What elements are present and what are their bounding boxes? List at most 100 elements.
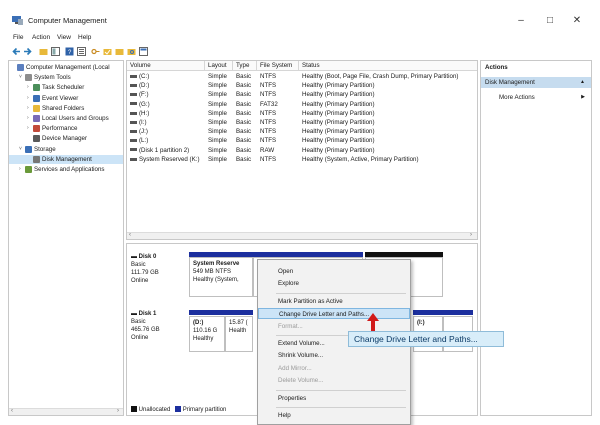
- menu-action[interactable]: Action: [32, 34, 50, 41]
- disk-type: Basic: [131, 319, 146, 325]
- table-row[interactable]: (L:) Simple Basic NTFS Healthy (Primary Part…: [127, 136, 477, 145]
- device-icon: [33, 135, 40, 143]
- disk-size: 465.76 GB: [131, 327, 160, 333]
- tree-item[interactable]: › Services and Applications: [9, 165, 123, 174]
- tools-icon: [25, 74, 32, 82]
- tree-item[interactable]: › Local Users and Groups: [9, 114, 123, 123]
- partition-name: (I:): [417, 320, 425, 326]
- volume-horizontal-scrollbar[interactable]: ‹ ›: [127, 232, 477, 239]
- column-header-volume[interactable]: Volume: [127, 61, 205, 71]
- help-icon[interactable]: ?: [65, 47, 74, 56]
- partition-bar: [189, 310, 225, 315]
- menu-view[interactable]: View: [57, 34, 71, 41]
- actions-section-disk-management[interactable]: Disk Management ▲: [481, 77, 591, 88]
- back-arrow-icon[interactable]: [12, 47, 21, 56]
- layout-cell: Simple: [208, 128, 227, 136]
- tree-item[interactable]: ˅ System Tools: [9, 73, 123, 82]
- tree-item[interactable]: Disk Management: [9, 154, 123, 164]
- column-header-layout[interactable]: Layout: [205, 61, 233, 71]
- partition-status: Healthy: [193, 336, 214, 342]
- menu-help[interactable]: Help: [78, 34, 91, 41]
- table-row[interactable]: System Reserved (K:) Simple Basic NTFS Healt…: [127, 155, 477, 164]
- tree-item[interactable]: Computer Management (Local: [9, 63, 123, 72]
- title-bar[interactable]: Computer Management – □ ✕: [0, 10, 600, 32]
- column-header-file-system[interactable]: File System: [257, 61, 299, 71]
- search-folder-icon[interactable]: [127, 47, 136, 56]
- forward-arrow-icon[interactable]: [23, 47, 32, 56]
- partition-name: (D:): [193, 320, 204, 326]
- tree-item-label: Shared Folders: [42, 104, 85, 112]
- table-row[interactable]: (G:) Simple Basic FAT32 Healthy (Primary Par…: [127, 100, 477, 109]
- status-cell: Healthy (Primary Partition): [302, 82, 375, 90]
- minimize-button[interactable]: –: [514, 14, 528, 28]
- context-menu-shrink-volume[interactable]: Shrink Volume...: [258, 350, 410, 361]
- tree-item[interactable]: › Performance: [9, 124, 123, 133]
- disk-1-info[interactable]: ▬ Disk 1 Basic 465.76 GB Online: [131, 310, 187, 342]
- submenu-arrow-icon: ▶: [581, 94, 585, 100]
- collapse-arrow-icon[interactable]: ▲: [580, 77, 585, 88]
- column-header-status[interactable]: Status: [299, 61, 477, 71]
- close-button[interactable]: ✕: [570, 14, 584, 28]
- tree-item[interactable]: › Task Scheduler: [9, 83, 123, 92]
- disk-0-info[interactable]: ▬ Disk 0 Basic 111.79 GB Online: [131, 253, 187, 285]
- more-actions-item[interactable]: More Actions ▶: [481, 92, 591, 103]
- menu-separator: [276, 389, 406, 391]
- context-menu-mark-partition-as-active[interactable]: Mark Partition as Active: [258, 296, 410, 307]
- partition-size: 549 MB NTFS: [193, 269, 232, 275]
- console-tree-icon[interactable]: [51, 47, 60, 56]
- scroll-left-arrow-icon[interactable]: ‹: [129, 232, 131, 238]
- column-header-type[interactable]: Type: [233, 61, 257, 71]
- scroll-right-arrow-icon[interactable]: ›: [117, 408, 119, 414]
- folder-up-icon[interactable]: [39, 47, 48, 56]
- type-cell: Basic: [236, 137, 252, 145]
- volume-label: (F:): [139, 91, 149, 99]
- table-row[interactable]: (I:) Simple Basic NTFS Healthy (Primary Part…: [127, 118, 477, 127]
- system-reserved-partition[interactable]: System Reserve 549 MB NTFS Healthy (Syst…: [189, 257, 253, 297]
- tree-item[interactable]: › Shared Folders: [9, 104, 123, 113]
- table-row[interactable]: (D:) Simple Basic NTFS Healthy (Primary Part…: [127, 81, 477, 90]
- layout-cell: Simple: [208, 82, 227, 90]
- context-menu-explore[interactable]: Explore: [258, 278, 410, 289]
- tree-item-label: Local Users and Groups: [42, 115, 109, 122]
- context-menu-help[interactable]: Help: [258, 410, 410, 421]
- table-row[interactable]: (H:) Simple Basic NTFS Healthy (Primary Part…: [127, 109, 477, 118]
- volume-cell: (H:): [127, 109, 205, 118]
- disk-name: Disk 0: [138, 254, 157, 260]
- clock-icon: [33, 84, 40, 92]
- context-menu-properties[interactable]: Properties: [258, 393, 410, 404]
- volume-list-pane: Volume Layout Type File System Status (C…: [126, 60, 478, 240]
- maximize-button[interactable]: □: [543, 14, 557, 28]
- status-cell: Healthy (Boot, Page File, Crash Dump, Pr…: [302, 73, 459, 80]
- table-row[interactable]: (F:) Simple Basic NTFS Healthy (Primary Part…: [127, 90, 477, 99]
- legend-unallocated: Unallocated: [138, 407, 171, 413]
- folder-icon[interactable]: [115, 47, 124, 56]
- scroll-right-arrow-icon[interactable]: ›: [470, 232, 472, 238]
- key-icon[interactable]: [91, 47, 100, 56]
- services-icon: [25, 166, 32, 173]
- d-partition[interactable]: (D:) 110.16 G Healthy: [189, 316, 225, 352]
- actions-pane: Actions Disk Management ▲ More Actions ▶: [480, 60, 592, 416]
- context-menu-change-drive-letter-and-paths[interactable]: Change Drive Letter and Paths...: [258, 308, 410, 320]
- context-menu-open[interactable]: Open: [258, 266, 410, 277]
- tree-item[interactable]: ˅ Storage: [9, 145, 123, 154]
- table-row[interactable]: (C:) Simple Basic NTFS Healthy (Boot, Page F…: [127, 72, 477, 81]
- check-disk-icon[interactable]: [103, 47, 112, 56]
- volume-label: (J:): [139, 128, 148, 136]
- window-title: Computer Management: [28, 16, 107, 25]
- properties-icon[interactable]: [139, 47, 148, 56]
- menu-file[interactable]: File: [13, 34, 23, 41]
- tree-item-label: Event Viewer: [42, 94, 79, 102]
- partition[interactable]: 15.87 ( Health: [225, 316, 253, 352]
- list-view-icon[interactable]: [77, 47, 86, 56]
- scroll-left-arrow-icon[interactable]: ‹: [11, 408, 13, 414]
- table-row[interactable]: (J:) Simple Basic NTFS Healthy (Primary Part…: [127, 127, 477, 136]
- volume-icon: [130, 111, 137, 115]
- table-row[interactable]: (Disk 1 partition 2) Simple Basic RAW Health…: [127, 146, 477, 155]
- tree-item[interactable]: › Event Viewer: [9, 94, 123, 103]
- partition-name: System Reserve: [193, 261, 240, 267]
- disk-icon: ▬: [131, 254, 137, 260]
- tree-horizontal-scrollbar[interactable]: ‹ ›: [9, 408, 123, 415]
- file-system-cell: FAT32: [260, 100, 278, 108]
- tree-item[interactable]: Device Manager: [9, 134, 123, 143]
- tree-item-label: System Tools: [34, 74, 71, 82]
